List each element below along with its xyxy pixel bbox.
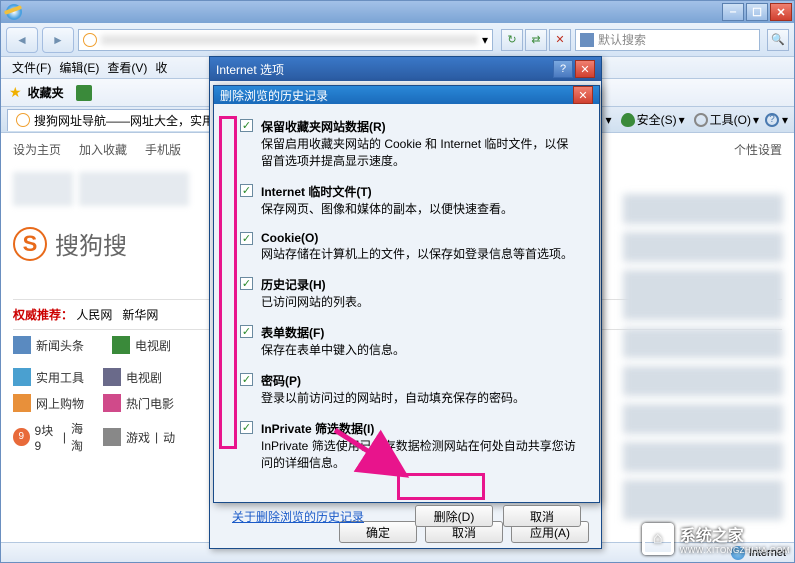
rec-label: 权威推荐： — [13, 308, 73, 322]
search-placeholder: 默认搜索 — [598, 31, 646, 48]
option-desc-3: 已访问网站的列表。 — [261, 295, 369, 309]
address-bar[interactable]: ▾ — [78, 29, 493, 51]
cat-tv[interactable]: 电视剧 — [112, 336, 171, 354]
option-label-0: 保留收藏夹网站数据(R) — [261, 118, 579, 135]
delete-option-4: ✓ 表单数据(F) 保存在表单中键入的信息。 — [240, 324, 579, 358]
options-help-button[interactable]: ? — [553, 60, 573, 78]
checkbox-1[interactable]: ✓ — [240, 184, 253, 197]
delete-title: 删除浏览的历史记录 — [220, 87, 328, 104]
option-label-4: 表单数据(F) — [261, 324, 405, 341]
menu-favorites[interactable]: 收 — [152, 59, 170, 76]
window-close-button[interactable]: ✕ — [770, 3, 792, 21]
delete-option-1: ✓ Internet 临时文件(T) 保存网页、图像和媒体的副本，以便快速查看。 — [240, 183, 579, 217]
delete-option-5: ✓ 密码(P) 登录以前访问过的网站时，自动填充保存的密码。 — [240, 372, 579, 406]
search-box[interactable]: 默认搜索 — [575, 29, 760, 51]
forward-button[interactable]: ► — [42, 27, 74, 53]
options-title: Internet 选项 — [216, 61, 284, 78]
options-close-button[interactable]: ✕ — [575, 60, 595, 78]
cat-games[interactable]: 游戏 | 动 — [103, 420, 193, 454]
delete-close-button[interactable]: ✕ — [573, 86, 593, 104]
watermark: ⌂ 系统之家 WWW.XITONGZHIJIA.COM — [642, 522, 790, 555]
window-titlebar[interactable]: ‒ ☐ ✕ — [1, 1, 794, 23]
menu-file[interactable]: 文件(F) — [9, 59, 54, 76]
help-icon[interactable]: ? — [765, 113, 779, 127]
watermark-url: WWW.XITONGZHIJIA.COM — [680, 546, 790, 555]
gear-icon — [694, 113, 708, 127]
add-favorites-link[interactable]: 加入收藏 — [79, 141, 127, 158]
tools-menu[interactable]: 工具(O) ▾ — [691, 111, 762, 128]
watermark-text: 系统之家 — [680, 522, 790, 546]
option-label-6: InPrivate 筛选数据(I) — [261, 420, 579, 437]
refresh-button[interactable]: ↻ — [501, 29, 523, 51]
refresh-alt-button[interactable]: ⇄ — [525, 29, 547, 51]
sogou-search-label: 搜狗搜 — [55, 226, 127, 261]
option-label-1: Internet 临时文件(T) — [261, 183, 513, 200]
active-tab[interactable]: 搜狗网址导航——网址大全，实用 — [7, 109, 223, 131]
cat-movies[interactable]: 热门电影 — [103, 394, 193, 412]
tab-favicon — [16, 113, 30, 127]
option-desc-0: 保留启用收藏夹网站的 Cookie 和 Internet 临时文件，以保留首选项… — [261, 137, 568, 168]
menu-edit[interactable]: 编辑(E) — [56, 59, 102, 76]
option-desc-1: 保存网页、图像和媒体的副本，以便快速查看。 — [261, 202, 513, 216]
set-homepage-link[interactable]: 设为主页 — [13, 141, 61, 158]
option-desc-4: 保存在表单中键入的信息。 — [261, 343, 405, 357]
checkbox-6[interactable]: ✓ — [240, 421, 253, 434]
option-label-2: Cookie(O) — [261, 231, 573, 245]
site-icon — [83, 33, 97, 47]
checkbox-3[interactable]: ✓ — [240, 277, 253, 290]
delete-option-3: ✓ 历史记录(H) 已访问网站的列表。 — [240, 276, 579, 310]
option-desc-2: 网站存储在计算机上的文件，以保存如登录信息等首选项。 — [261, 247, 573, 261]
delete-option-6: ✓ InPrivate 筛选数据(I) InPrivate 筛选使用已保存数据检测… — [240, 420, 579, 471]
delete-history-dialog: 删除浏览的历史记录 ✕ ✓ 保留收藏夹网站数据(R) 保留启用收藏夹网站的 Coo… — [213, 85, 600, 503]
cat-nine[interactable]: 99块9 | 海淘 — [13, 420, 93, 454]
rec-link-2[interactable]: 新华网 — [122, 308, 158, 322]
rec-link-1[interactable]: 人民网 — [76, 308, 112, 322]
url-text — [101, 35, 478, 45]
option-label-3: 历史记录(H) — [261, 276, 369, 293]
about-delete-link[interactable]: 关于删除浏览的历史记录 — [232, 508, 364, 525]
nav-toolbar: ◄ ► ▾ ↻ ⇄ ✕ 默认搜索 🔍 — [1, 23, 794, 57]
dropdown-icon[interactable]: ▾ — [482, 33, 488, 47]
cat-tv2[interactable]: 电视剧 — [103, 368, 193, 386]
suggested-sites-icon[interactable] — [76, 85, 92, 101]
checkbox-5[interactable]: ✓ — [240, 373, 253, 386]
checkbox-0[interactable]: ✓ — [240, 119, 253, 132]
delete-cancel-button[interactable]: 取消 — [503, 505, 581, 527]
checkbox-4[interactable]: ✓ — [240, 325, 253, 338]
search-go-button[interactable]: 🔍 — [767, 29, 789, 51]
favorites-star-icon[interactable]: ★ — [9, 84, 22, 101]
cat-tools[interactable]: 实用工具 — [13, 368, 93, 386]
ie-logo-icon — [6, 4, 22, 20]
right-column — [623, 186, 783, 528]
delete-button[interactable]: 删除(D) — [415, 505, 493, 527]
page-menu[interactable]: ▾ — [603, 113, 615, 127]
checkbox-2[interactable]: ✓ — [240, 232, 253, 245]
sogou-logo-icon: S — [13, 227, 47, 261]
option-desc-5: 登录以前访问过的网站时，自动填充保存的密码。 — [261, 391, 525, 405]
options-titlebar[interactable]: Internet 选项 ? ✕ — [210, 57, 601, 81]
delete-option-2: ✓ Cookie(O) 网站存储在计算机上的文件，以保存如登录信息等首选项。 — [240, 231, 579, 262]
tab-title: 搜狗网址导航——网址大全，实用 — [34, 112, 214, 129]
safety-menu[interactable]: 安全(S) ▾ — [618, 111, 688, 128]
cat-shopping[interactable]: 网上购物 — [13, 394, 93, 412]
search-provider-icon — [580, 33, 594, 47]
option-label-5: 密码(P) — [261, 372, 525, 389]
delete-titlebar[interactable]: 删除浏览的历史记录 ✕ — [214, 86, 599, 104]
cat-news[interactable]: 新闻头条 — [13, 336, 84, 354]
back-button[interactable]: ◄ — [6, 27, 38, 53]
personalize-link[interactable]: 个性设置 — [734, 141, 782, 158]
window-maximize-button[interactable]: ☐ — [746, 3, 768, 21]
window-minimize-button[interactable]: ‒ — [722, 3, 744, 21]
watermark-logo-icon: ⌂ — [642, 523, 674, 555]
delete-option-0: ✓ 保留收藏夹网站数据(R) 保留启用收藏夹网站的 Cookie 和 Intern… — [240, 118, 579, 169]
favorites-label[interactable]: 收藏夹 — [28, 84, 64, 101]
option-desc-6: InPrivate 筛选使用已保存数据检测网站在何处自动共享您访问的详细信息。 — [261, 439, 576, 470]
stop-button[interactable]: ✕ — [549, 29, 571, 51]
menu-view[interactable]: 查看(V) — [104, 59, 150, 76]
shield-icon — [621, 113, 635, 127]
mobile-link[interactable]: 手机版 — [145, 141, 181, 158]
